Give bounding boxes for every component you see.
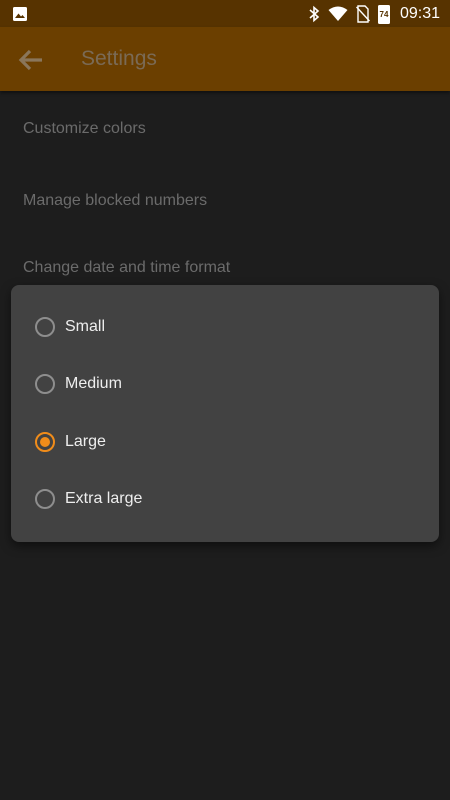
- radio-button[interactable]: [35, 431, 55, 452]
- radio-button[interactable]: [35, 316, 55, 337]
- setting-label: Manage blocked numbers: [23, 191, 208, 209]
- setting-label: Change date and time format: [23, 258, 231, 276]
- radio-button[interactable]: [35, 489, 55, 510]
- setting-label: Customize colors: [23, 120, 146, 137]
- arrow-left-icon: [18, 49, 42, 71]
- font-size-dialog: Small Medium Large Extra large: [11, 285, 439, 542]
- bluetooth-icon: [309, 5, 320, 23]
- battery-icon: 74: [377, 4, 390, 24]
- option-label: Large: [65, 432, 106, 450]
- clock: 09:31: [399, 5, 440, 22]
- back-button[interactable]: [14, 43, 48, 77]
- option-small[interactable]: Small: [11, 298, 439, 356]
- no-sim-icon: [355, 5, 370, 23]
- settings-list: Customize colors Manage blocked numbers …: [0, 91, 450, 301]
- option-label: Small: [65, 317, 106, 335]
- battery-level: 74: [379, 9, 389, 19]
- option-extra-large[interactable]: Extra large: [11, 471, 439, 529]
- option-medium[interactable]: Medium: [11, 356, 439, 414]
- option-large[interactable]: Large: [11, 413, 439, 471]
- option-label: Extra large: [65, 490, 143, 508]
- app-bar: Settings: [0, 27, 450, 91]
- setting-manage-blocked-numbers[interactable]: Manage blocked numbers: [0, 167, 450, 234]
- page-title: Settings: [81, 47, 157, 70]
- setting-customize-colors[interactable]: Customize colors: [0, 91, 450, 167]
- status-bar: 74 09:31: [0, 0, 450, 27]
- image-icon: [13, 7, 27, 21]
- option-label: Medium: [65, 375, 122, 393]
- wifi-icon: [328, 6, 348, 21]
- radio-button[interactable]: [35, 374, 55, 395]
